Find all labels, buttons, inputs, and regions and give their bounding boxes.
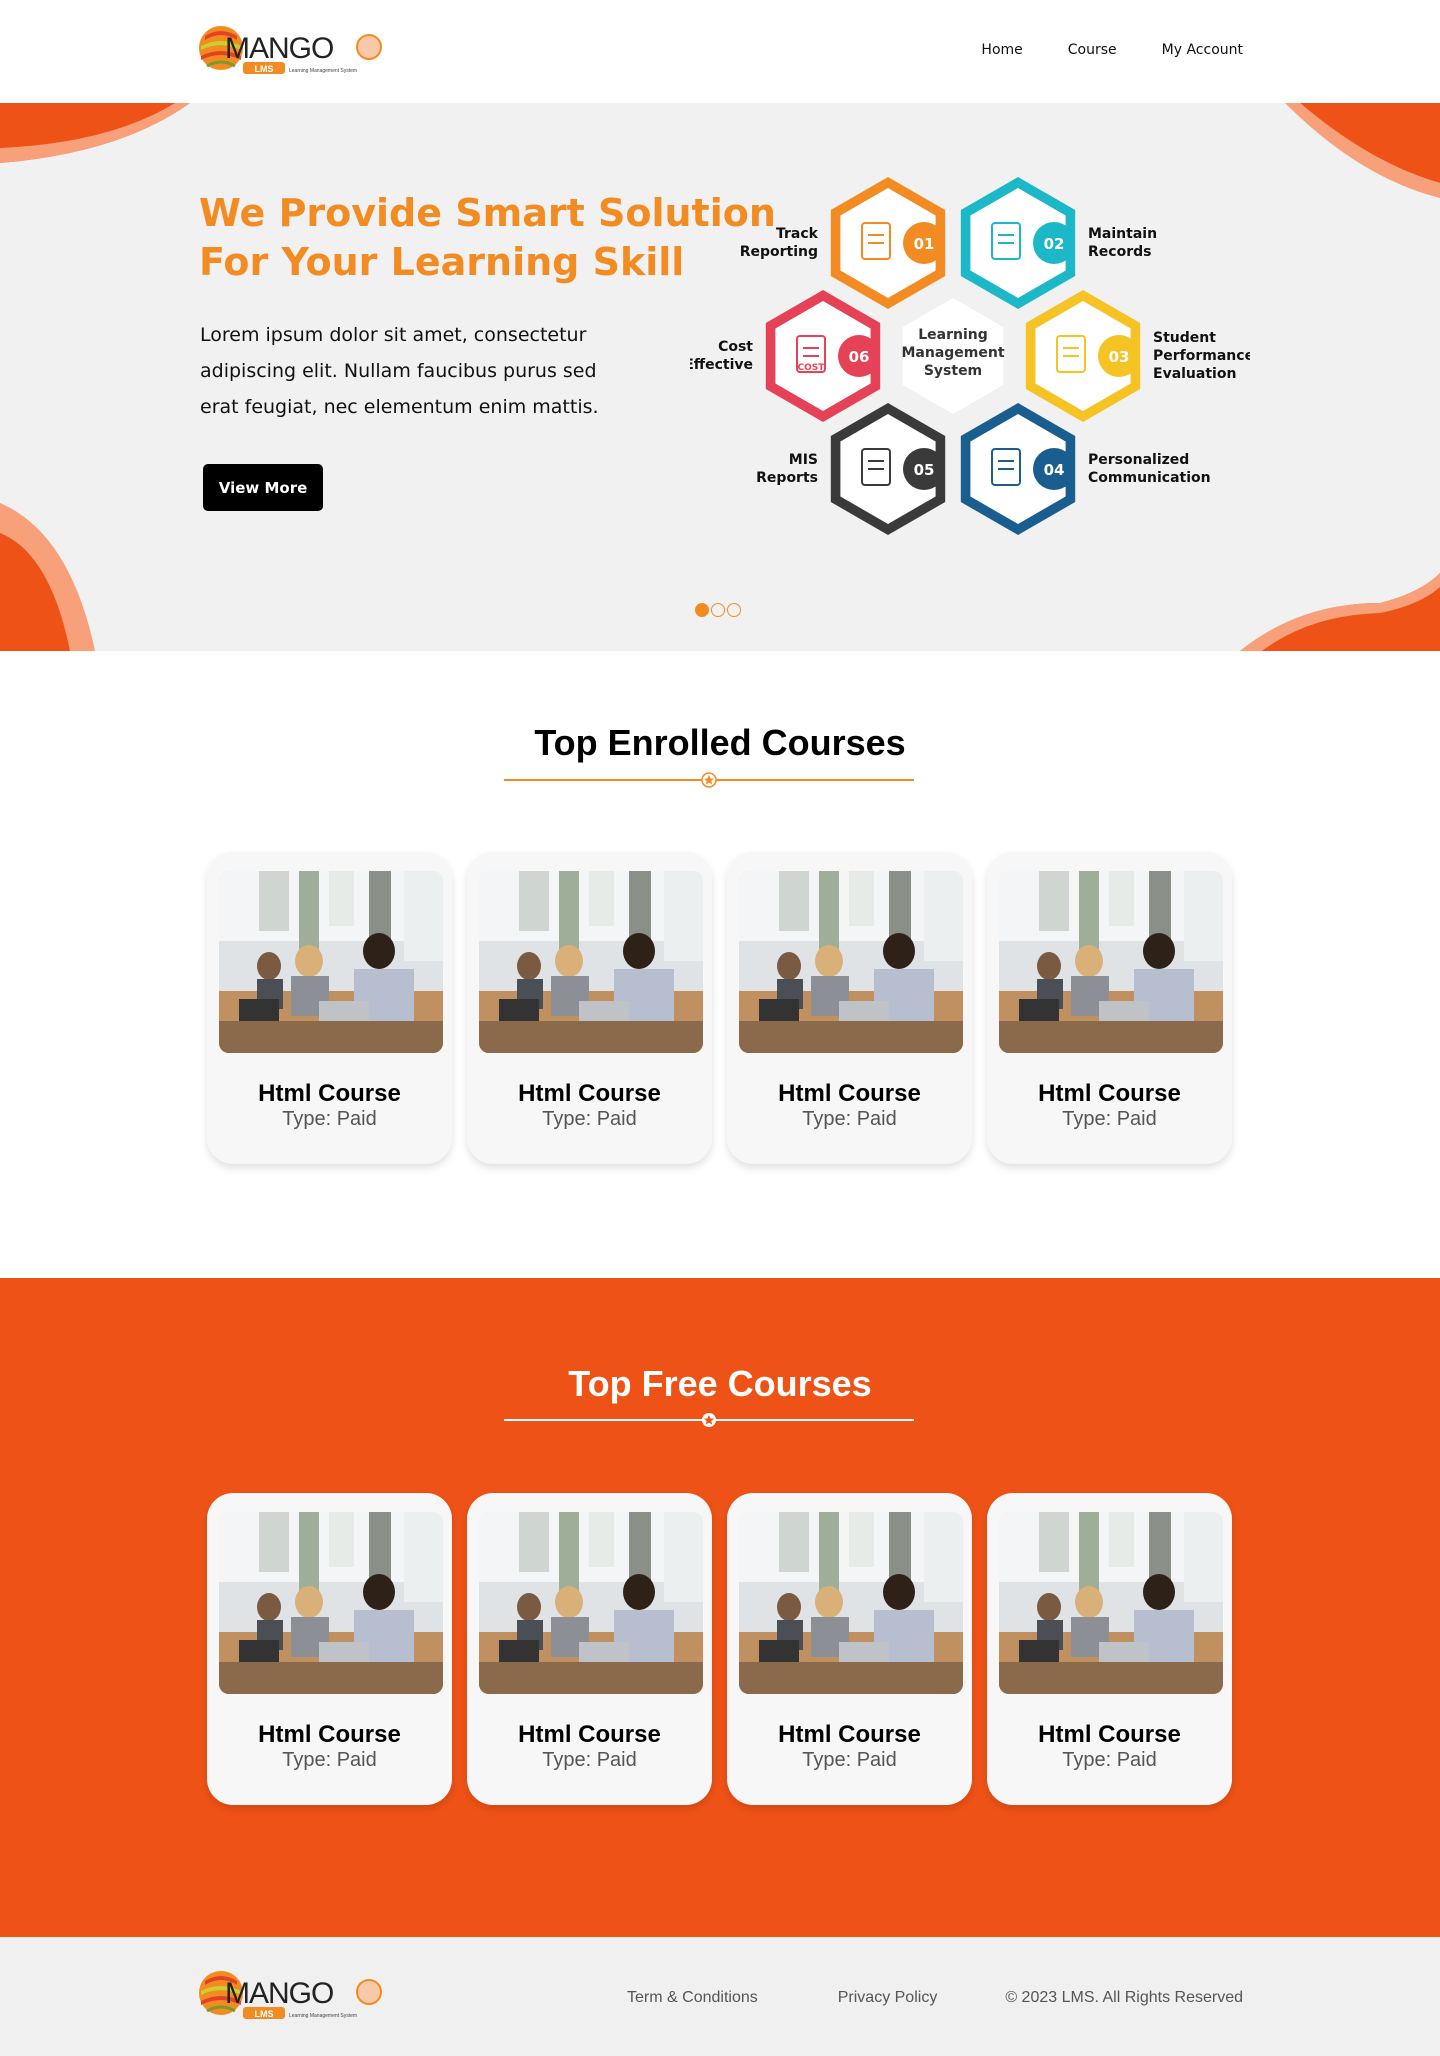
site-footer: Term & Conditions Privacy Policy © 2023 … [0, 1937, 1440, 2056]
hero-title-line2: For Your Learning Skill [199, 240, 685, 284]
course-type: Type: Paid [282, 1749, 377, 1771]
course-type: Type: Paid [802, 1749, 897, 1771]
course-title: Html Course [518, 1080, 661, 1107]
slider-dot[interactable] [711, 603, 725, 617]
center-label: System [924, 363, 982, 379]
course-card[interactable]: Html Course Type: Paid [467, 852, 712, 1164]
course-card[interactable]: Html Course Type: Paid [727, 1493, 972, 1805]
slider-dots [695, 603, 741, 617]
course-type: Type: Paid [542, 1108, 637, 1130]
feature-label: Reports [756, 470, 818, 486]
course-title: Html Course [1038, 1080, 1181, 1107]
feature-label: Performance [1153, 348, 1250, 364]
enrolled-courses-heading: Top Enrolled Courses [534, 722, 906, 763]
course-image [739, 1512, 963, 1694]
feature-hexagon: 02 Maintain Records [960, 177, 1157, 309]
course-image [999, 871, 1223, 1053]
feature-label: Reporting [740, 244, 818, 260]
slider-dot[interactable] [695, 603, 709, 617]
feature-number: 02 [1044, 235, 1065, 253]
site-header: Home Course My Account [0, 0, 1440, 103]
course-card[interactable]: Html Course Type: Paid [467, 1493, 712, 1805]
feature-number: 04 [1044, 461, 1065, 479]
course-image [479, 871, 703, 1053]
course-title: Html Course [258, 1721, 401, 1748]
course-card[interactable]: Html Course Type: Paid [207, 852, 452, 1164]
feature-label: MIS [789, 452, 818, 468]
feature-label: Records [1088, 244, 1151, 260]
feature-hexagon: 05 MIS Reports [756, 403, 946, 535]
course-type: Type: Paid [282, 1108, 377, 1130]
feature-hexagon: 01 Track Reporting [740, 177, 946, 309]
center-hexagon: Learning Management System [901, 298, 1005, 414]
course-title: Html Course [778, 1721, 921, 1748]
feature-hexagon: 04 Personalized Communication [960, 403, 1211, 535]
feature-number: 01 [914, 235, 935, 253]
slider-dot[interactable] [727, 603, 741, 617]
feature-hexagon: 03 Student Performance Evaluation [1025, 290, 1250, 422]
feature-label: Evaluation [1153, 366, 1236, 382]
enrolled-courses-list: Html Course Type: Paid Html Course Type:… [207, 852, 1232, 1164]
mango-lms-logo[interactable] [197, 22, 383, 78]
nav-course-link[interactable]: Course [1068, 42, 1117, 58]
feature-label: Track [776, 226, 819, 242]
course-type: Type: Paid [1062, 1108, 1157, 1130]
course-type: Type: Paid [1062, 1749, 1157, 1771]
center-label: Management [901, 345, 1004, 361]
feature-label: Student [1153, 330, 1216, 346]
course-card[interactable]: Html Course Type: Paid [987, 1493, 1232, 1805]
feature-number: 05 [914, 461, 935, 479]
course-image [739, 871, 963, 1053]
feature-number: 06 [849, 348, 870, 366]
course-title: Html Course [1038, 1721, 1181, 1748]
footer-logo[interactable] [197, 1967, 383, 2023]
free-courses-list: Html Course Type: Paid Html Course Type:… [207, 1493, 1232, 1805]
course-type: Type: Paid [802, 1108, 897, 1130]
course-type: Type: Paid [542, 1749, 637, 1771]
course-title: Html Course [258, 1080, 401, 1107]
nav-my-account-link[interactable]: My Account [1162, 42, 1243, 58]
lms-features-diagram: Learning Management System 01 Track Reporting… [690, 177, 1250, 535]
course-title: Html Course [778, 1080, 921, 1107]
main-nav: Home Course My Account [936, 42, 1243, 58]
privacy-policy-link[interactable]: Privacy Policy [838, 1989, 938, 2007]
terms-link[interactable]: Term & Conditions [627, 1989, 758, 2007]
hero-banner: We Provide Smart Solution For Your Learn… [0, 103, 1440, 651]
free-courses-heading: Top Free Courses [568, 1363, 872, 1404]
cost-icon-text: COST [798, 363, 826, 373]
feature-hexagon: 06 COST Cost Effective [690, 290, 881, 422]
course-image [479, 1512, 703, 1694]
feature-label: Communication [1088, 470, 1211, 486]
copyright-text: © 2023 LMS. All Rights Reserved [1005, 1989, 1243, 2006]
course-image [219, 1512, 443, 1694]
heading-divider [504, 770, 914, 790]
feature-label: Maintain [1088, 226, 1157, 242]
center-label: Learning [918, 327, 988, 343]
course-image [219, 871, 443, 1053]
view-more-button[interactable]: View More [203, 464, 323, 511]
course-card[interactable]: Html Course Type: Paid [987, 852, 1232, 1164]
course-image [999, 1512, 1223, 1694]
course-title: Html Course [518, 1721, 661, 1748]
feature-label: Cost [718, 339, 753, 355]
course-card[interactable]: Html Course Type: Paid [727, 852, 972, 1164]
heading-divider [504, 1410, 914, 1430]
hero-description: Lorem ipsum dolor sit amet, consectetur … [200, 324, 599, 418]
feature-label: Personalized [1088, 452, 1189, 468]
course-card[interactable]: Html Course Type: Paid [207, 1493, 452, 1805]
nav-home-link[interactable]: Home [981, 42, 1022, 58]
feature-number: 03 [1109, 348, 1130, 366]
footer-links: Term & Conditions Privacy Policy © 2023 … [627, 1989, 1243, 2007]
feature-label: Effective [690, 357, 753, 373]
